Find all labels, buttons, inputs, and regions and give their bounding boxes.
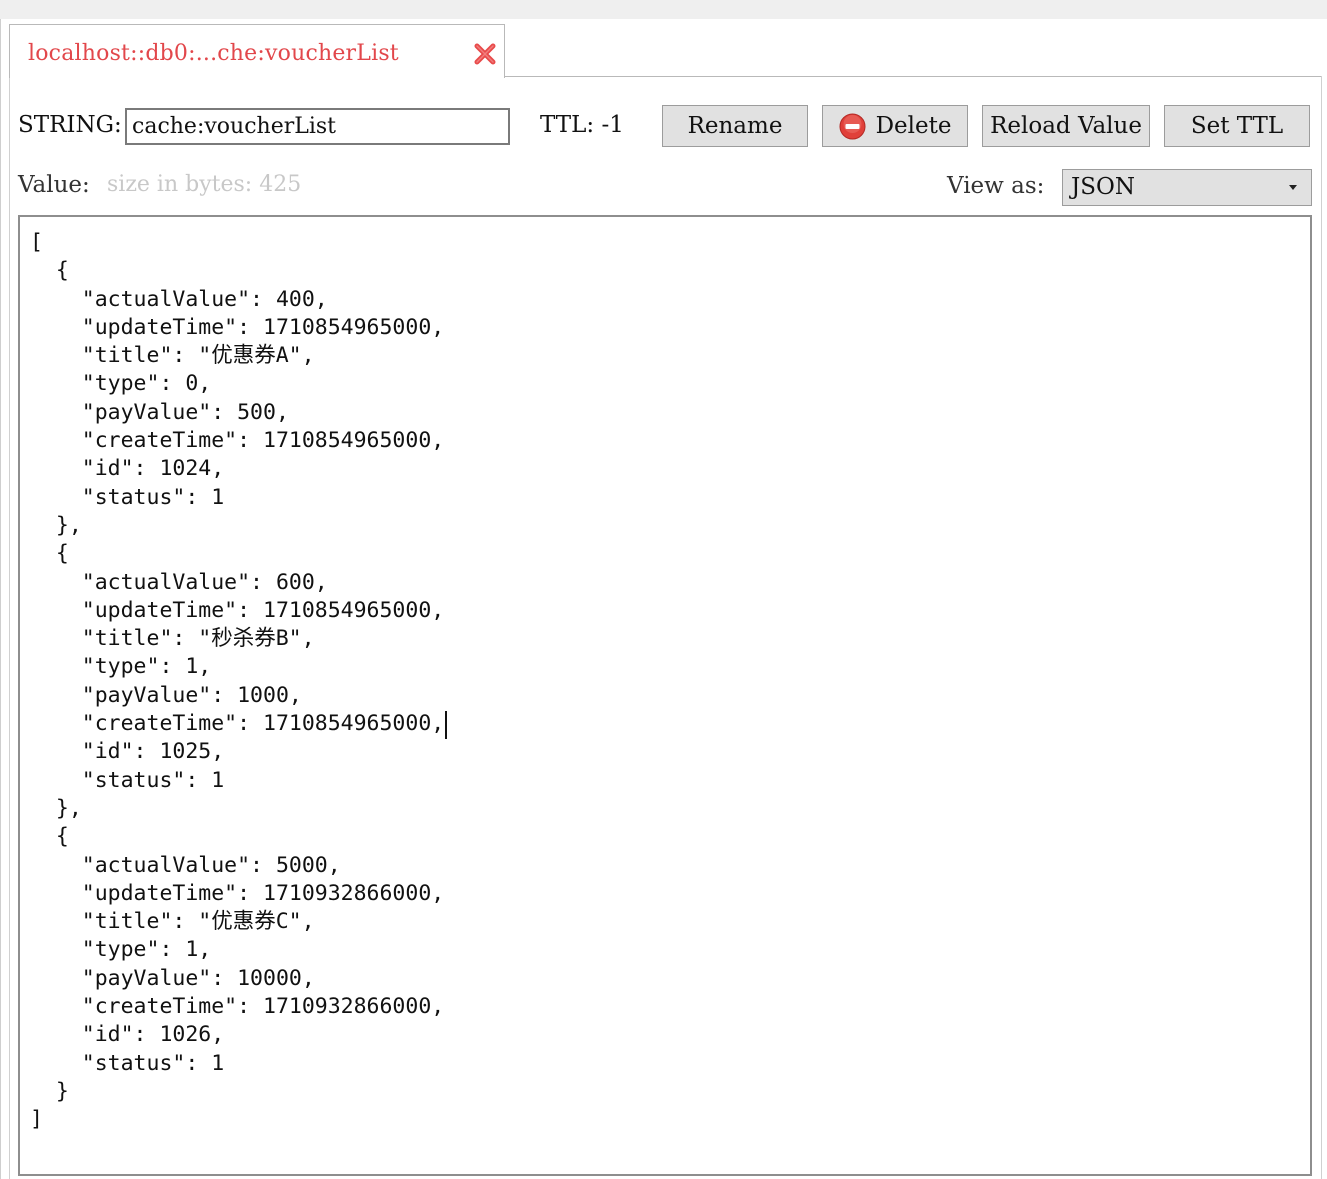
set-ttl-button[interactable]: Set TTL [1164, 105, 1310, 147]
reload-value-button[interactable]: Reload Value [982, 105, 1150, 147]
text-caret [445, 711, 447, 739]
key-name-input[interactable] [125, 108, 510, 145]
rename-button-label: Rename [687, 113, 783, 139]
view-as-selected-value: JSON [1071, 174, 1135, 200]
view-as-select[interactable]: JSON [1062, 169, 1312, 206]
value-label: Value: [18, 172, 90, 198]
close-x-icon[interactable] [473, 42, 497, 66]
tab-bar-line [504, 76, 1322, 77]
window-left-border [0, 19, 1, 1179]
rename-button[interactable]: Rename [662, 105, 808, 147]
ttl-label: TTL: -1 [540, 112, 624, 138]
reload-value-button-label: Reload Value [990, 113, 1142, 139]
delete-button[interactable]: Delete [822, 105, 968, 147]
panel-right-border [1321, 76, 1322, 1179]
key-type-label: STRING: [18, 112, 122, 138]
window-top-strip [0, 0, 1327, 19]
value-editor[interactable]: [ { "actualValue": 400, "updateTime": 17… [18, 215, 1312, 1176]
tab-key-view[interactable]: localhost::db0:...che:voucherList [9, 24, 505, 78]
value-editor-text[interactable]: [ { "actualValue": 400, "updateTime": 17… [30, 229, 444, 1135]
panel-left-border [9, 78, 10, 1179]
tab-title: localhost::db0:...che:voucherList [28, 41, 399, 66]
chevron-down-icon [1289, 185, 1297, 190]
delete-button-label: Delete [875, 113, 952, 139]
value-size-hint: size in bytes: 425 [107, 172, 302, 197]
no-entry-icon [839, 113, 866, 140]
view-as-label: View as: [947, 173, 1045, 199]
set-ttl-button-label: Set TTL [1190, 113, 1284, 139]
